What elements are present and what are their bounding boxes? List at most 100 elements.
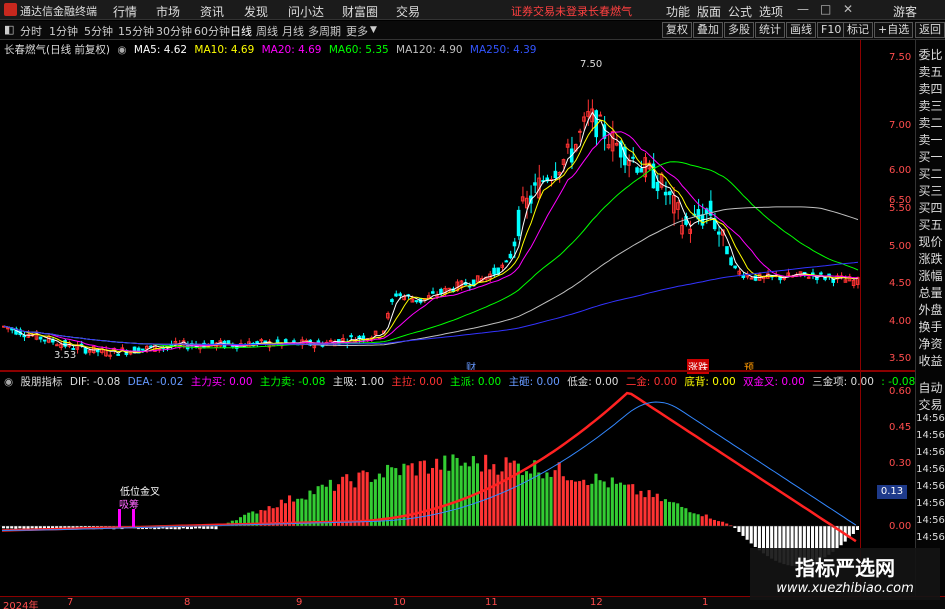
side-item[interactable]: 委比	[916, 46, 945, 63]
ma60-label: MA60: 5.35	[328, 44, 389, 56]
menu-formula[interactable]: 公式	[728, 3, 752, 20]
histogram-bar	[337, 484, 341, 526]
menu-item-quotes[interactable]: 行情	[113, 3, 137, 20]
kline-chart[interactable]: 长春燃气(日线 前复权) ◉ MA5: 4.62 MA10: 4.69 MA20…	[0, 40, 860, 374]
histogram-bar	[406, 465, 410, 526]
candle-body	[390, 299, 394, 303]
guest-label[interactable]: 游客	[893, 3, 917, 20]
histogram-bar	[512, 460, 516, 526]
period-tab-1min[interactable]: 1分钟	[49, 23, 78, 39]
histogram-bar	[524, 471, 529, 526]
app-name: 通达信金融终端	[20, 5, 97, 18]
login-status[interactable]: 证券交易未登录	[511, 3, 588, 19]
side-item-auto[interactable]: 自动	[916, 379, 945, 396]
period-tab-weekly[interactable]: 周线	[256, 23, 278, 39]
side-item[interactable]: 换手	[916, 318, 945, 335]
histogram-bar	[418, 461, 422, 526]
histogram-bar	[663, 499, 667, 526]
histogram-bar	[672, 502, 676, 526]
side-item[interactable]: 买四	[916, 199, 945, 216]
side-item[interactable]: 总量	[916, 284, 945, 301]
legend-toggle-icon[interactable]: ◉	[117, 44, 126, 56]
period-tab-timeshare[interactable]: 分时	[20, 23, 42, 39]
f10-button[interactable]: F10	[817, 22, 846, 38]
side-item[interactable]: 买二	[916, 165, 945, 182]
price-tick: 7.50	[889, 52, 912, 63]
histogram-bar	[602, 481, 606, 526]
side-spacer	[916, 369, 945, 379]
histogram-bar	[643, 497, 647, 526]
menu-layout[interactable]: 版面	[697, 3, 721, 20]
back-button[interactable]: 返回	[915, 22, 945, 38]
ind-toggle-icon[interactable]: ◉	[4, 376, 13, 388]
histogram-bar	[684, 508, 688, 526]
menu-item-wealth[interactable]: 财富圈	[342, 3, 378, 20]
menu-item-news[interactable]: 资讯	[200, 3, 224, 20]
menu-item-market[interactable]: 市场	[156, 3, 180, 20]
main-smash-label: 主砸: 0.00	[508, 376, 560, 388]
histogram-bar	[459, 465, 463, 526]
side-item[interactable]: 卖三	[916, 97, 945, 114]
period-tab-15min[interactable]: 15分钟	[118, 23, 154, 39]
adjust-button[interactable]: 复权	[662, 22, 692, 38]
histogram-bar	[398, 475, 402, 526]
side-item[interactable]: 买五	[916, 216, 945, 233]
candle-body	[140, 348, 145, 351]
side-item-trade[interactable]: 交易	[916, 396, 945, 413]
close-icon[interactable]: ✕	[843, 2, 853, 16]
absorb-bar	[132, 509, 135, 527]
period-tab-30min[interactable]: 30分钟	[156, 23, 192, 39]
ma250-label: MA250: 4.39	[469, 44, 537, 56]
histogram-bar	[623, 484, 627, 526]
candle-body	[725, 246, 729, 255]
price-tick: 5.00	[889, 241, 912, 252]
side-item[interactable]: 涨幅	[916, 267, 945, 284]
maximize-icon[interactable]: □	[820, 2, 831, 16]
period-tab-5min[interactable]: 5分钟	[84, 23, 113, 39]
histogram-bar	[717, 521, 721, 526]
menu-item-discover[interactable]: 发现	[244, 3, 268, 20]
side-item[interactable]: 外盘	[916, 301, 945, 318]
draw-line-button[interactable]: 画线	[786, 22, 816, 38]
stats-button[interactable]: 统计	[755, 22, 785, 38]
histogram-bar	[704, 514, 708, 526]
side-item[interactable]: 涨跌	[916, 250, 945, 267]
period-tab-daily[interactable]: 日线	[230, 23, 252, 39]
period-tab-monthly[interactable]: 月线	[282, 23, 304, 39]
side-item[interactable]: 卖一	[916, 131, 945, 148]
period-tab-60min[interactable]: 60分钟	[194, 23, 230, 39]
mark-button[interactable]: 标记	[843, 22, 873, 38]
menu-function[interactable]: 功能	[666, 3, 690, 20]
indicator-chart[interactable]: ◉ 股朋指标 DIF: -0.08 DEA: -0.02 主力买: 0.00 主…	[0, 372, 915, 596]
main-sell-label: 主力卖: -0.08	[259, 376, 326, 388]
more-chevron-icon[interactable]: ▼	[370, 25, 377, 35]
side-item[interactable]: 现价	[916, 233, 945, 250]
tick-time: 14:56	[916, 498, 945, 509]
side-item[interactable]: 买一	[916, 148, 945, 165]
side-item[interactable]: 卖四	[916, 80, 945, 97]
menu-options[interactable]: 选项	[759, 3, 783, 20]
histogram-bar	[357, 472, 361, 526]
histogram-bar	[700, 516, 704, 526]
period-tab-more[interactable]: 更多	[346, 23, 368, 39]
multistock-button[interactable]: 多股	[724, 22, 754, 38]
side-item[interactable]: 净资	[916, 335, 945, 352]
kline-chart-svg[interactable]	[0, 40, 860, 370]
period-tab-multi[interactable]: 多周期	[308, 23, 341, 39]
histogram-bar	[635, 494, 639, 526]
side-item[interactable]: 卖二	[916, 114, 945, 131]
candle-body	[6, 327, 10, 330]
collapse-icon[interactable]: ◧	[4, 23, 14, 36]
side-item[interactable]: 收益	[916, 352, 945, 369]
watermark-title: 指标严选网	[795, 556, 895, 580]
menu-bar: 通达信金融终端 行情 市场 资讯 发现 问小达 财富圈 交易 证券交易未登录 长…	[0, 0, 945, 20]
histogram-bar	[210, 526, 214, 529]
side-item[interactable]: 卖五	[916, 63, 945, 80]
side-item[interactable]: 买三	[916, 182, 945, 199]
menu-item-ask[interactable]: 问小达	[288, 3, 324, 20]
menu-item-trade[interactable]: 交易	[396, 3, 420, 20]
histogram-bar	[647, 490, 651, 526]
overlay-button[interactable]: 叠加	[693, 22, 723, 38]
add-watchlist-button[interactable]: +自选	[874, 22, 914, 38]
minimize-icon[interactable]: —	[797, 2, 809, 16]
